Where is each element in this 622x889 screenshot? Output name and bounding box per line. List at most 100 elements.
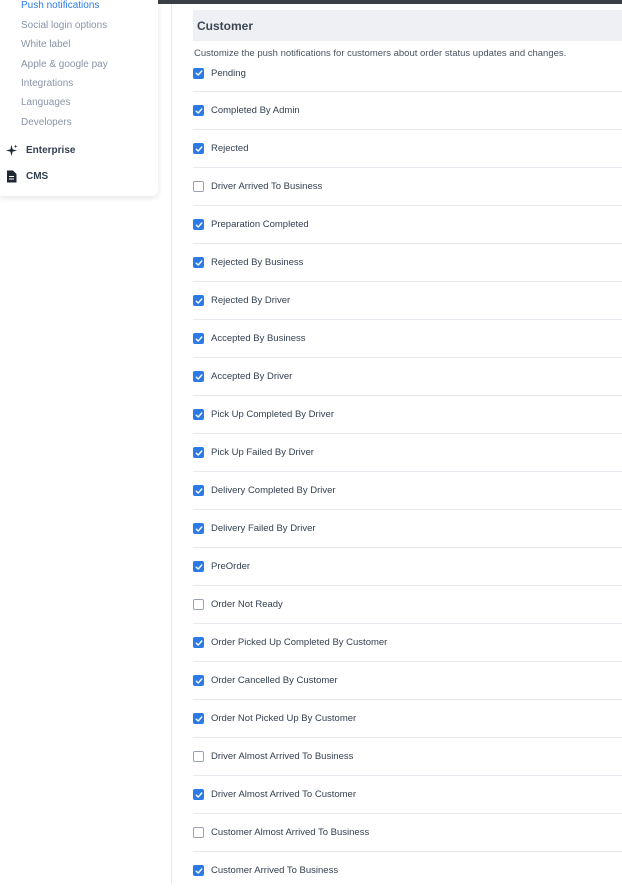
notification-option: Order Not Ready: [193, 586, 622, 624]
sidebar-item-enterprise[interactable]: Enterprise: [4, 142, 75, 158]
check-icon: [195, 487, 202, 494]
notification-option: Accepted By Driver: [193, 358, 622, 396]
checkbox[interactable]: [193, 561, 204, 572]
option-label: Accepted By Driver: [211, 371, 293, 382]
checkbox[interactable]: [193, 409, 204, 420]
checkbox[interactable]: [193, 599, 204, 610]
pane-divider: [171, 4, 172, 884]
sidebar-item-social-login-options[interactable]: Social login options: [21, 20, 107, 31]
checkbox[interactable]: [193, 827, 204, 838]
sidebar-item-integrations[interactable]: Integrations: [21, 78, 73, 89]
option-label: Driver Almost Arrived To Business: [211, 751, 354, 762]
notification-option: Delivery Completed By Driver: [193, 472, 622, 510]
check-icon: [195, 107, 202, 114]
notification-option: Order Not Picked Up By Customer: [193, 700, 622, 738]
check-icon: [195, 639, 202, 646]
check-icon: [195, 791, 202, 798]
notification-option: Rejected: [193, 130, 622, 168]
checkbox[interactable]: [193, 333, 204, 344]
sidebar: Push notifications Social login options …: [0, 0, 158, 196]
checkbox[interactable]: [193, 105, 204, 116]
option-label: Order Cancelled By Customer: [211, 675, 338, 686]
sidebar-item-label: CMS: [26, 170, 49, 182]
option-label: Rejected By Driver: [211, 295, 291, 306]
option-label: Customer Almost Arrived To Business: [211, 827, 370, 838]
notification-option: Customer Almost Arrived To Business: [193, 814, 622, 852]
checkbox[interactable]: [193, 295, 204, 306]
checkbox[interactable]: [193, 371, 204, 382]
checkbox[interactable]: [193, 713, 204, 724]
option-label: Rejected: [211, 143, 249, 154]
checkbox[interactable]: [193, 219, 204, 230]
option-label: Rejected By Business: [211, 257, 304, 268]
notification-option: Driver Arrived To Business: [193, 168, 622, 206]
check-icon: [195, 70, 202, 76]
check-icon: [195, 449, 202, 456]
option-label: Delivery Completed By Driver: [211, 485, 336, 496]
option-label: Order Not Picked Up By Customer: [211, 713, 357, 724]
sidebar-item-push-notifications[interactable]: Push notifications: [21, 0, 99, 11]
checkbox[interactable]: [193, 485, 204, 496]
notification-options-list: Pending Completed By Admin Rejected Driver …: [193, 55, 622, 889]
checkbox[interactable]: [193, 751, 204, 762]
option-label: Driver Arrived To Business: [211, 181, 323, 192]
option-label: Preparation Completed: [211, 219, 309, 230]
check-icon: [195, 259, 202, 266]
option-label: PreOrder: [211, 561, 251, 572]
notification-option: Order Picked Up Completed By Customer: [193, 624, 622, 662]
option-label: Order Picked Up Completed By Customer: [211, 637, 388, 648]
notification-option: Rejected By Business: [193, 244, 622, 282]
check-icon: [195, 221, 202, 228]
checkbox[interactable]: [193, 181, 204, 192]
check-icon: [195, 335, 202, 342]
notification-option: Pending: [193, 55, 622, 92]
check-icon: [195, 373, 202, 380]
check-icon: [195, 297, 202, 304]
option-label: Accepted By Business: [211, 333, 306, 344]
check-icon: [195, 145, 202, 152]
check-icon: [195, 715, 202, 722]
checkbox[interactable]: [193, 143, 204, 154]
sidebar-item-apple-google-pay[interactable]: Apple & google pay: [21, 59, 108, 70]
notification-option: PreOrder: [193, 548, 622, 586]
check-icon: [195, 867, 202, 874]
sidebar-item-cms[interactable]: CMS: [4, 168, 48, 184]
checkbox[interactable]: [193, 675, 204, 686]
notification-option: Pick Up Failed By Driver: [193, 434, 622, 472]
sidebar-item-languages[interactable]: Languages: [21, 97, 71, 108]
sparkles-icon: [4, 143, 18, 157]
option-label: Customer Arrived To Business: [211, 865, 339, 876]
checkbox[interactable]: [193, 257, 204, 268]
notification-option: Rejected By Driver: [193, 282, 622, 320]
checkbox[interactable]: [193, 67, 204, 79]
checkbox[interactable]: [193, 865, 204, 876]
notification-option: Completed By Admin: [193, 92, 622, 130]
notification-option: Pick Up Completed By Driver: [193, 396, 622, 434]
option-label: Delivery Failed By Driver: [211, 523, 316, 534]
section-header: Customer: [193, 10, 622, 41]
notification-option: Order Cancelled By Customer: [193, 662, 622, 700]
option-label: Completed By Admin: [211, 105, 300, 116]
notification-option: Preparation Completed: [193, 206, 622, 244]
checkbox[interactable]: [193, 523, 204, 534]
notification-option: Customer Arrived To Business: [193, 852, 622, 889]
sidebar-item-white-label[interactable]: White label: [21, 39, 70, 50]
notification-option: Driver Almost Arrived To Customer: [193, 776, 622, 814]
option-label: Pick Up Failed By Driver: [211, 447, 314, 458]
option-label: Pending: [211, 67, 246, 79]
check-icon: [195, 563, 202, 570]
option-label: Order Not Ready: [211, 599, 283, 610]
check-icon: [195, 525, 202, 532]
checkbox[interactable]: [193, 447, 204, 458]
sidebar-item-label: Enterprise: [26, 144, 76, 156]
checkbox[interactable]: [193, 637, 204, 648]
notification-option: Delivery Failed By Driver: [193, 510, 622, 548]
option-label: Driver Almost Arrived To Customer: [211, 789, 357, 800]
check-icon: [195, 677, 202, 684]
notification-option: Accepted By Business: [193, 320, 622, 358]
checkbox[interactable]: [193, 789, 204, 800]
check-icon: [195, 411, 202, 418]
notification-option: Driver Almost Arrived To Business: [193, 738, 622, 776]
sidebar-item-developers[interactable]: Developers: [21, 117, 72, 128]
document-icon: [4, 169, 18, 183]
